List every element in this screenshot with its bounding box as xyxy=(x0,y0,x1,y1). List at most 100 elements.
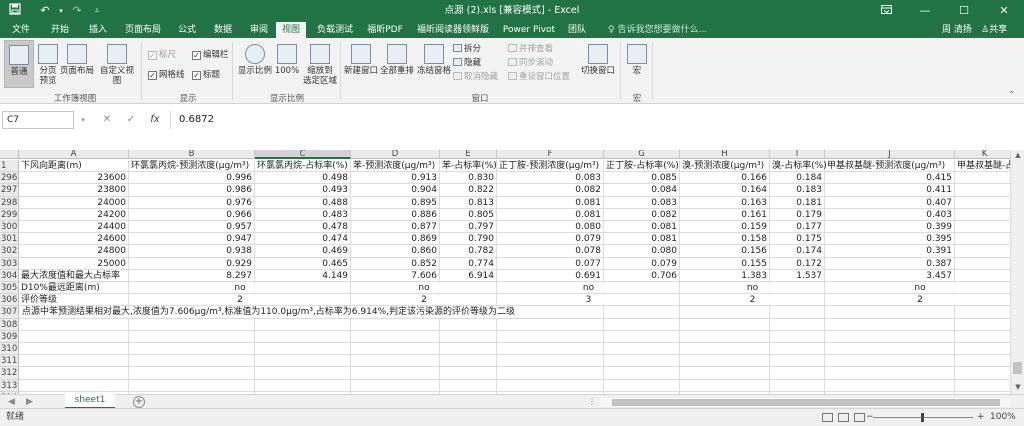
cell[interactable]: 8.297 xyxy=(129,269,255,282)
cell[interactable]: 0.790 xyxy=(440,233,497,246)
cell[interactable] xyxy=(497,355,604,368)
row-header[interactable]: 302 xyxy=(0,245,19,258)
cell[interactable] xyxy=(825,379,955,392)
cell[interactable]: 0.084 xyxy=(604,184,680,197)
column-title-cell[interactable]: 苯-占标率(%) xyxy=(440,160,497,173)
column-header-d[interactable]: D xyxy=(351,150,440,159)
cell[interactable]: 0.079 xyxy=(604,257,680,270)
distance-value[interactable]: no xyxy=(130,283,350,294)
cell[interactable] xyxy=(129,343,255,356)
cell[interactable]: 24800 xyxy=(19,245,129,258)
cell[interactable]: 0.483 xyxy=(255,208,351,221)
distance-value[interactable]: no xyxy=(352,283,496,294)
reset-window-position-button[interactable]: 重设窗口位置 xyxy=(508,72,570,83)
cell[interactable] xyxy=(825,367,955,380)
horizontal-scroll-thumb[interactable] xyxy=(612,399,1000,406)
tab-data[interactable]: 数据 xyxy=(206,22,240,38)
column-title-cell[interactable]: 甲基叔基醚-占 xyxy=(955,160,1010,173)
distance-value[interactable]: no xyxy=(681,283,824,294)
row-header[interactable]: 304 xyxy=(0,269,19,282)
cell[interactable] xyxy=(955,245,1010,258)
cell[interactable]: D10%最远距离(m) xyxy=(19,282,129,295)
cell[interactable]: 25000 xyxy=(19,257,129,270)
cell[interactable]: 0.083 xyxy=(497,172,604,185)
cell[interactable]: 0.706 xyxy=(604,269,680,282)
cell[interactable] xyxy=(770,318,825,331)
cell[interactable]: 0.852 xyxy=(351,257,440,270)
zoom-button[interactable]: 显示比例 xyxy=(236,40,274,88)
close-icon[interactable]: ✕ xyxy=(984,0,1024,22)
cell[interactable] xyxy=(255,355,351,368)
cell[interactable] xyxy=(955,172,1010,185)
cell[interactable]: 0.782 xyxy=(440,245,497,258)
column-title-cell[interactable]: 苯-预测浓度(μg/m³) xyxy=(351,160,440,173)
cell[interactable]: 1.537 xyxy=(770,269,825,282)
cell[interactable]: 0.183 xyxy=(770,184,825,197)
cell[interactable]: 0.904 xyxy=(351,184,440,197)
cell[interactable]: 0.691 xyxy=(497,269,604,282)
cell[interactable]: 0.081 xyxy=(604,221,680,234)
scroll-up-icon[interactable]: ▲ xyxy=(1011,151,1024,159)
row-header[interactable]: 313 xyxy=(0,379,19,392)
sheet-tab-sheet1[interactable]: sheet1 xyxy=(65,394,115,409)
cell[interactable]: 24400 xyxy=(19,221,129,234)
arrange-all-button[interactable]: 全部重排 xyxy=(379,40,415,88)
cell[interactable] xyxy=(497,379,604,392)
cell[interactable] xyxy=(19,330,129,343)
column-header-f[interactable]: F xyxy=(497,150,604,159)
cell[interactable] xyxy=(497,318,604,331)
cell[interactable] xyxy=(604,343,680,356)
row-header[interactable]: 308 xyxy=(0,318,19,331)
cell[interactable]: 3.457 xyxy=(825,269,955,282)
column-header-k[interactable]: K xyxy=(955,150,1010,159)
cell[interactable] xyxy=(825,318,955,331)
cell[interactable] xyxy=(129,318,255,331)
cell[interactable]: 0.391 xyxy=(825,245,955,258)
cell[interactable] xyxy=(770,343,825,356)
page-break-preview-button[interactable]: 分页 预览 xyxy=(36,40,60,88)
cell[interactable] xyxy=(255,379,351,392)
cell[interactable]: 0.869 xyxy=(351,233,440,246)
page-layout-status-icon[interactable] xyxy=(838,413,849,422)
cell[interactable]: 0.387 xyxy=(825,257,955,270)
cell[interactable] xyxy=(770,306,825,319)
cell[interactable] xyxy=(680,355,770,368)
cell[interactable]: 0.474 xyxy=(255,233,351,246)
cell[interactable]: 24600 xyxy=(19,233,129,246)
column-header-b[interactable]: B xyxy=(129,150,255,159)
cell[interactable]: 最大浓度值和最大占标率 xyxy=(19,269,129,282)
tab-review[interactable]: 审阅 xyxy=(242,22,276,38)
row-header[interactable]: 300 xyxy=(0,221,19,234)
tab-formulas[interactable]: 公式 xyxy=(170,22,204,38)
cell[interactable]: 0.081 xyxy=(497,208,604,221)
cell[interactable] xyxy=(825,330,955,343)
cell[interactable]: 0.155 xyxy=(680,257,770,270)
cell[interactable]: 0.156 xyxy=(680,245,770,258)
tab-page-layout[interactable]: 页面布局 xyxy=(118,22,168,38)
unhide-button[interactable]: 取消隐藏 xyxy=(453,72,498,83)
cell[interactable] xyxy=(770,355,825,368)
cell[interactable]: 23600 xyxy=(19,172,129,185)
cell[interactable] xyxy=(351,318,440,331)
cell[interactable] xyxy=(955,221,1010,234)
cell[interactable]: 6.914 xyxy=(440,269,497,282)
cell[interactable] xyxy=(129,379,255,392)
cell[interactable]: 0.079 xyxy=(497,233,604,246)
cell[interactable] xyxy=(440,330,497,343)
row-header[interactable]: 301 xyxy=(0,233,19,246)
formula-input[interactable]: 0.6872 xyxy=(170,111,1010,129)
tab-file[interactable]: 文件 xyxy=(4,22,38,38)
macros-button[interactable]: 宏 xyxy=(624,40,650,88)
cell[interactable] xyxy=(955,319,1010,331)
cell[interactable]: 0.081 xyxy=(497,196,604,209)
cell[interactable] xyxy=(440,367,497,380)
cell[interactable]: 0.465 xyxy=(255,257,351,270)
cell[interactable] xyxy=(955,258,1010,270)
cell[interactable]: 0.860 xyxy=(351,245,440,258)
cell[interactable] xyxy=(129,367,255,380)
cell[interactable]: 0.774 xyxy=(440,257,497,270)
cell[interactable]: 0.085 xyxy=(604,172,680,185)
zoom-level[interactable]: 100% xyxy=(990,409,1016,426)
grade-value[interactable]: 2 xyxy=(130,295,350,306)
cell[interactable]: 0.181 xyxy=(770,196,825,209)
